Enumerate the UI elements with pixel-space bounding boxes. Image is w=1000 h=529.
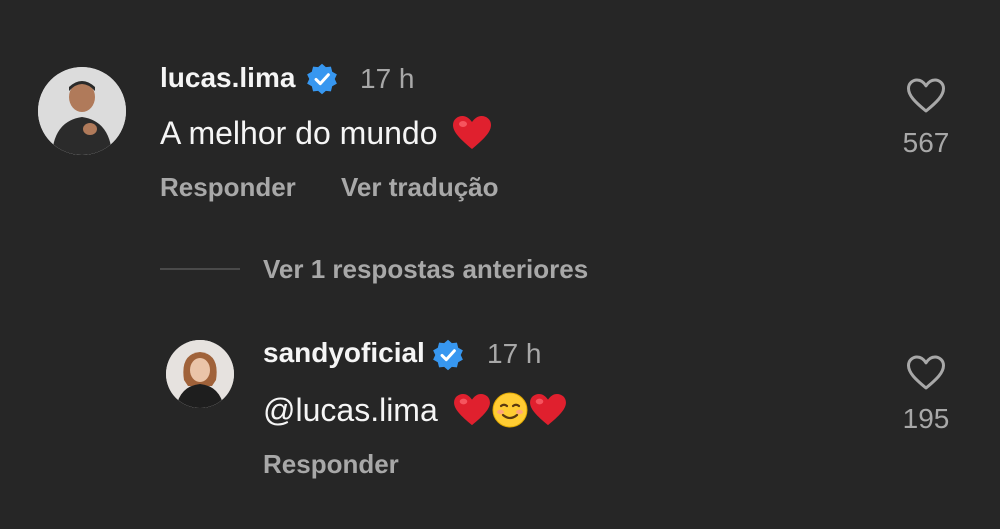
verified-badge-icon bbox=[433, 339, 463, 371]
comment-username[interactable]: lucas.lima bbox=[160, 62, 295, 94]
comment-text-content: A melhor do mundo bbox=[160, 115, 438, 151]
comment-timestamp: 17 h bbox=[360, 63, 415, 94]
reply-timestamp: 17 h bbox=[487, 338, 542, 369]
reply-mention-link[interactable]: @lucas.lima bbox=[263, 392, 438, 428]
avatar-sandyoficial[interactable] bbox=[166, 340, 234, 408]
comments-thread: lucas.lima 17 h A melhor do mundo Respon… bbox=[0, 0, 1000, 529]
reply-username[interactable]: sandyoficial bbox=[263, 337, 425, 369]
replies-divider bbox=[160, 268, 240, 270]
like-count: 567 bbox=[902, 127, 950, 158]
reply-button[interactable]: Responder bbox=[160, 172, 296, 203]
like-heart-icon[interactable] bbox=[906, 355, 946, 391]
comment-text: A melhor do mundo bbox=[160, 115, 492, 152]
see-translation-button[interactable]: Ver tradução bbox=[341, 172, 499, 203]
reply-button[interactable]: Responder bbox=[263, 449, 399, 480]
smiling-face-emoji-icon bbox=[492, 392, 528, 428]
red-heart-emoji-icon bbox=[453, 115, 492, 149]
like-count: 195 bbox=[902, 403, 950, 434]
verified-badge-icon bbox=[307, 63, 337, 95]
reply-text: @lucas.lima bbox=[263, 392, 567, 429]
red-heart-emoji-icon bbox=[529, 393, 566, 425]
red-heart-emoji-icon bbox=[453, 393, 490, 425]
like-heart-icon[interactable] bbox=[906, 78, 946, 114]
avatar-lucas-lima[interactable] bbox=[38, 67, 126, 155]
view-previous-replies-button[interactable]: Ver 1 respostas anteriores bbox=[263, 254, 588, 285]
